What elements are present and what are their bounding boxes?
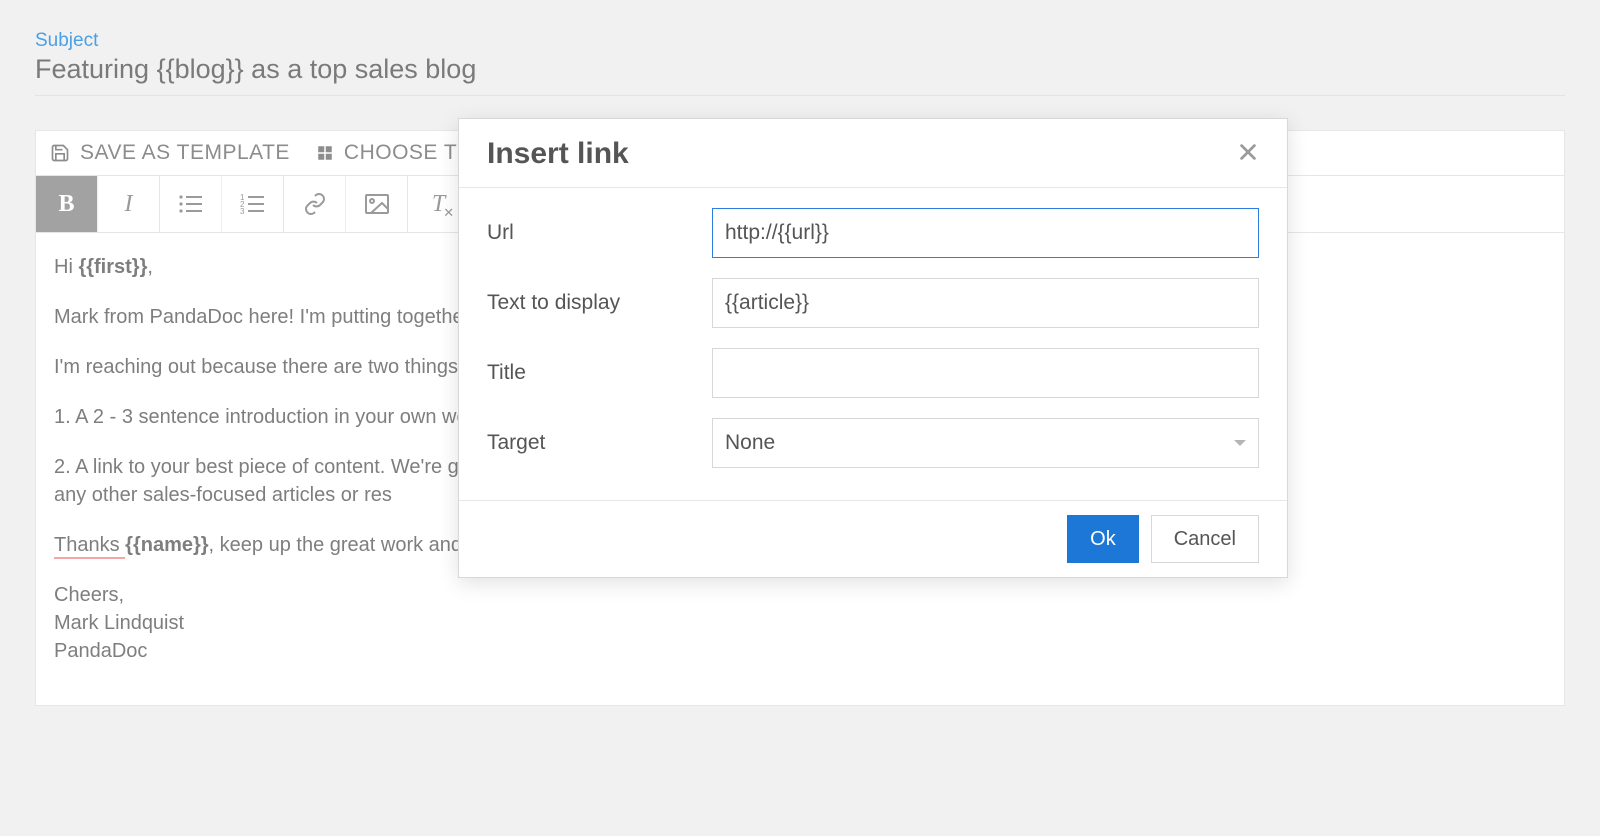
svg-text:3: 3 (240, 207, 245, 215)
close-button[interactable] (1237, 141, 1259, 168)
numbered-list-button[interactable]: 123 (222, 176, 284, 232)
insert-link-modal: Insert link Url Text to display Title Ta… (458, 118, 1288, 578)
token-name: {{name}} (125, 534, 208, 556)
numbered-list-icon: 123 (240, 193, 266, 215)
ok-button[interactable]: Ok (1067, 515, 1139, 563)
modal-title: Insert link (487, 137, 629, 171)
image-button[interactable] (346, 176, 408, 232)
italic-button[interactable]: I (98, 176, 160, 232)
text-to-display-label: Text to display (487, 291, 712, 315)
body-text: Thanks (54, 534, 125, 559)
target-label: Target (487, 431, 712, 455)
token-first: {{first}} (78, 256, 147, 278)
body-text: Hi (54, 256, 78, 278)
url-label: Url (487, 221, 712, 245)
body-text: , (147, 256, 153, 278)
cancel-button[interactable]: Cancel (1151, 515, 1259, 563)
link-button[interactable] (284, 176, 346, 232)
bullet-list-icon (178, 193, 204, 215)
bullet-list-button[interactable] (160, 176, 222, 232)
text-to-display-input[interactable] (712, 278, 1259, 328)
save-as-template-label: SAVE AS TEMPLATE (80, 141, 290, 165)
signature-line: Mark Lindquist (54, 609, 1546, 637)
link-icon (303, 192, 327, 216)
subject-label: Subject (35, 30, 1565, 52)
chevron-down-icon (1234, 440, 1246, 446)
save-icon (50, 143, 70, 163)
bold-button[interactable]: B (36, 176, 98, 232)
image-icon (365, 194, 389, 214)
ok-label: Ok (1090, 528, 1116, 551)
subject-block: Subject Featuring {{blog}} as a top sale… (35, 30, 1565, 96)
signature-line: Cheers, (54, 581, 1546, 609)
title-input[interactable] (712, 348, 1259, 398)
subject-input[interactable]: Featuring {{blog}} as a top sales blog (35, 54, 1565, 96)
cancel-label: Cancel (1174, 528, 1236, 551)
target-select[interactable]: None (712, 418, 1259, 468)
url-input[interactable] (712, 208, 1259, 258)
save-as-template-button[interactable]: SAVE AS TEMPLATE (50, 141, 290, 165)
signature-line: PandaDoc (54, 637, 1546, 665)
grid-icon (316, 144, 334, 162)
target-value: None (725, 431, 775, 455)
title-label: Title (487, 361, 712, 385)
close-icon (1237, 141, 1259, 163)
